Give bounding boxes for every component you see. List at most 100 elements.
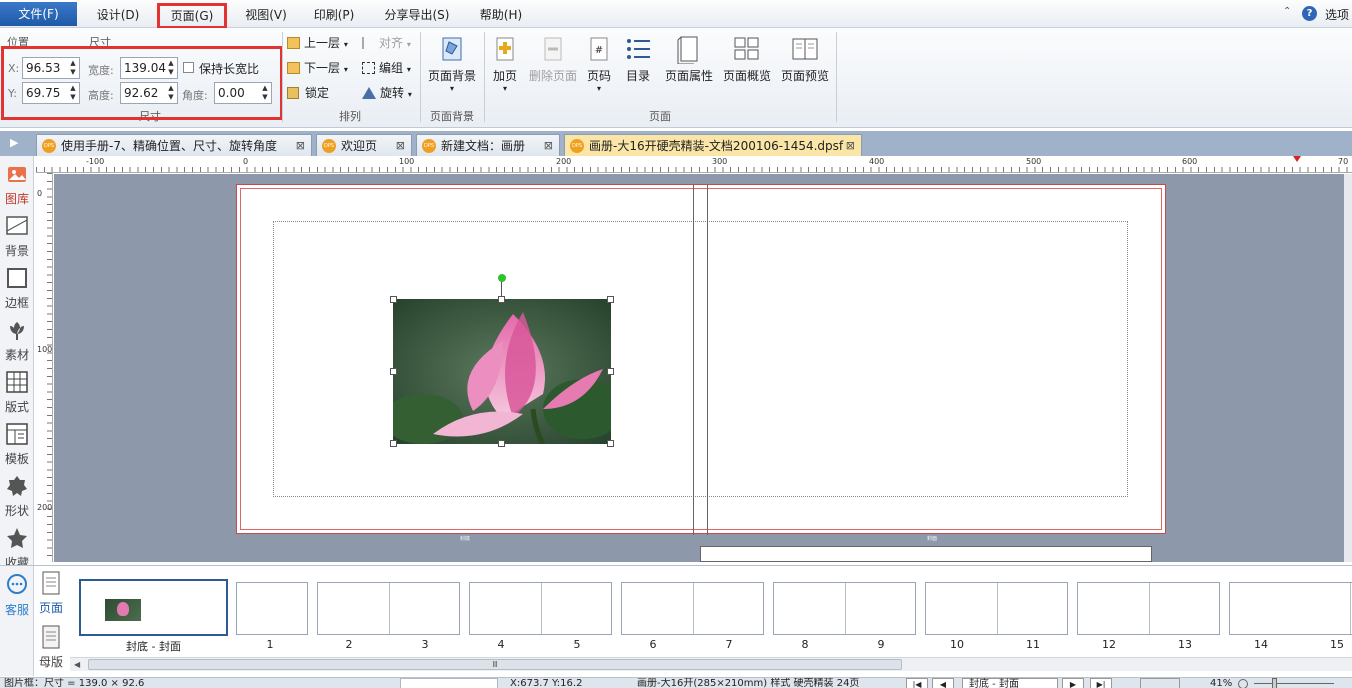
horizontal-ruler: -100 0 100 200 300 400 500 600 70: [36, 156, 1352, 173]
align-icon: [362, 37, 375, 49]
canvas-area[interactable]: 封底 封面 ▾: [54, 174, 1352, 567]
resize-handle[interactable]: [390, 440, 397, 447]
thumb-page[interactable]: [236, 582, 308, 635]
background-tool[interactable]: 背景: [0, 214, 34, 259]
layout-tool[interactable]: 版式: [0, 370, 34, 415]
resize-handle[interactable]: [498, 296, 505, 303]
thumb-page[interactable]: [621, 582, 764, 635]
resize-handle[interactable]: [607, 440, 614, 447]
help-icon[interactable]: ?: [1302, 6, 1317, 21]
left-toolbar: 图库 背景 边框 素材 版式 模板 形状 收藏: [0, 156, 34, 570]
page-props-button[interactable]: 页面属性: [662, 34, 716, 84]
page-preview-button[interactable]: 页面预览: [778, 34, 832, 84]
thumb-page[interactable]: [469, 582, 612, 635]
scrollbar-thumb[interactable]: Ⅲ: [88, 659, 902, 670]
resize-handle[interactable]: [498, 440, 505, 447]
resize-handle[interactable]: [607, 296, 614, 303]
page-select[interactable]: 封底 - 封面: [962, 678, 1058, 688]
thumb-page[interactable]: [1077, 582, 1220, 635]
down-layer-button[interactable]: 下一层 ▾: [287, 58, 348, 78]
thumb-page[interactable]: [773, 582, 916, 635]
page-strip: 客服 页面 母版 封底 - 封面 1 2 3 4 5 6 7 8 9 10 11…: [0, 565, 1352, 676]
lock-button[interactable]: 锁定: [287, 83, 329, 103]
menu-design[interactable]: 设计(D): [88, 4, 148, 26]
thumb-page[interactable]: [317, 582, 460, 635]
background-icon: [6, 216, 28, 235]
collapse-ribbon-icon[interactable]: ⌃: [1283, 6, 1291, 17]
align-button[interactable]: 对齐 ▾: [362, 33, 411, 53]
up-layer-button[interactable]: 上一层 ▾: [287, 33, 348, 53]
menu-share[interactable]: 分享导出(S): [374, 4, 460, 26]
page-number-button[interactable]: # 页码 ▾: [584, 34, 614, 93]
thumb-page[interactable]: [1229, 582, 1352, 635]
tab-new-doc[interactable]: DPS 新建文档：画册 ⊠: [416, 134, 560, 156]
expand-panel-icon[interactable]: ▶: [10, 136, 18, 149]
menu-page[interactable]: 页面(G): [157, 3, 227, 29]
close-icon[interactable]: ⊠: [396, 135, 405, 157]
back-cover-caption: 封底: [460, 536, 471, 542]
dps-icon: DPS: [322, 139, 336, 153]
rotate-icon: [362, 87, 376, 99]
tab-welcome[interactable]: DPS 欢迎页 ⊠: [316, 134, 412, 156]
menu-file[interactable]: 文件(F): [0, 2, 77, 26]
page-number-icon: #: [590, 37, 608, 61]
shape-tool[interactable]: 形状: [0, 474, 34, 519]
next-page-icon[interactable]: ▶: [1062, 678, 1084, 688]
last-page-icon[interactable]: ▶|: [1090, 678, 1112, 688]
rotate-button[interactable]: 旋转 ▾: [362, 83, 412, 103]
thumb-page[interactable]: [925, 582, 1068, 635]
status-input[interactable]: [400, 678, 498, 688]
dps-icon: DPS: [422, 139, 436, 153]
options-button[interactable]: 选项: [1325, 6, 1349, 23]
spine-line-left: [693, 185, 694, 535]
thumb-cover[interactable]: [79, 579, 228, 636]
service-tool[interactable]: 客服: [0, 573, 34, 618]
menu-help[interactable]: 帮助(H): [470, 4, 532, 26]
next-page-preview[interactable]: [700, 546, 1152, 562]
delete-page-button[interactable]: 删除页面: [526, 34, 580, 84]
close-icon[interactable]: ⊠: [296, 135, 305, 157]
template-icon: [6, 423, 28, 445]
arrange-group-caption: 排列: [339, 110, 361, 123]
menu-print[interactable]: 印刷(P): [304, 4, 364, 26]
group-button[interactable]: 编组 ▾: [362, 58, 411, 78]
menu-bar: 文件(F) 设计(D) 页面(G) 视图(V) 印刷(P) 分享导出(S) 帮助…: [0, 0, 1352, 29]
page-spread[interactable]: [236, 184, 1166, 535]
template-tool[interactable]: 模板: [0, 422, 34, 467]
page-overview-icon: [734, 37, 759, 60]
resize-handle[interactable]: [390, 368, 397, 375]
vertical-scrollbar[interactable]: [1344, 174, 1352, 562]
tab-album[interactable]: DPS 画册-大16开硬壳精装-文档200106-1454.dpsf ⊠: [564, 134, 862, 156]
close-icon[interactable]: ⊠: [846, 135, 855, 157]
menu-view[interactable]: 视图(V): [236, 4, 296, 26]
resize-handle[interactable]: [607, 368, 614, 375]
tab-manual[interactable]: DPS 使用手册-7、精确位置、尺寸、旋转角度 ⊠: [36, 134, 312, 156]
zoom-slider[interactable]: [1254, 683, 1334, 684]
down-layer-icon: [287, 62, 300, 74]
gallery-icon: [8, 167, 26, 182]
gallery-tool[interactable]: 图库: [0, 162, 34, 207]
add-page-icon: [496, 37, 514, 61]
image-frame[interactable]: [383, 274, 623, 447]
horizontal-scrollbar[interactable]: ◀ Ⅲ: [70, 657, 1352, 671]
zoom-slider-thumb[interactable]: [1272, 678, 1277, 688]
scroll-left-icon[interactable]: ◀: [74, 660, 80, 669]
page-preview-icon: [792, 38, 818, 60]
add-page-button[interactable]: 加页 ▾: [488, 34, 522, 93]
first-page-icon[interactable]: |◀: [906, 678, 928, 688]
master-tab[interactable]: 母版: [36, 624, 66, 674]
view-mode-icon[interactable]: [1140, 678, 1180, 688]
resize-handle[interactable]: [390, 296, 397, 303]
toc-button[interactable]: 目录: [622, 34, 654, 84]
shape-icon: [7, 476, 27, 496]
zoom-out-icon[interactable]: [1238, 679, 1248, 688]
page-overview-button[interactable]: 页面概览: [720, 34, 774, 84]
page-tab[interactable]: 页面: [36, 570, 66, 622]
page-bg-button[interactable]: 页面背景 ▾: [424, 34, 480, 93]
border-tool[interactable]: 边框: [0, 266, 34, 311]
material-tool[interactable]: 素材: [0, 318, 34, 363]
page-group-caption: 页面: [649, 110, 671, 123]
prev-page-icon[interactable]: ◀: [932, 678, 954, 688]
close-icon[interactable]: ⊠: [544, 135, 553, 157]
rotation-handle[interactable]: [498, 274, 506, 282]
